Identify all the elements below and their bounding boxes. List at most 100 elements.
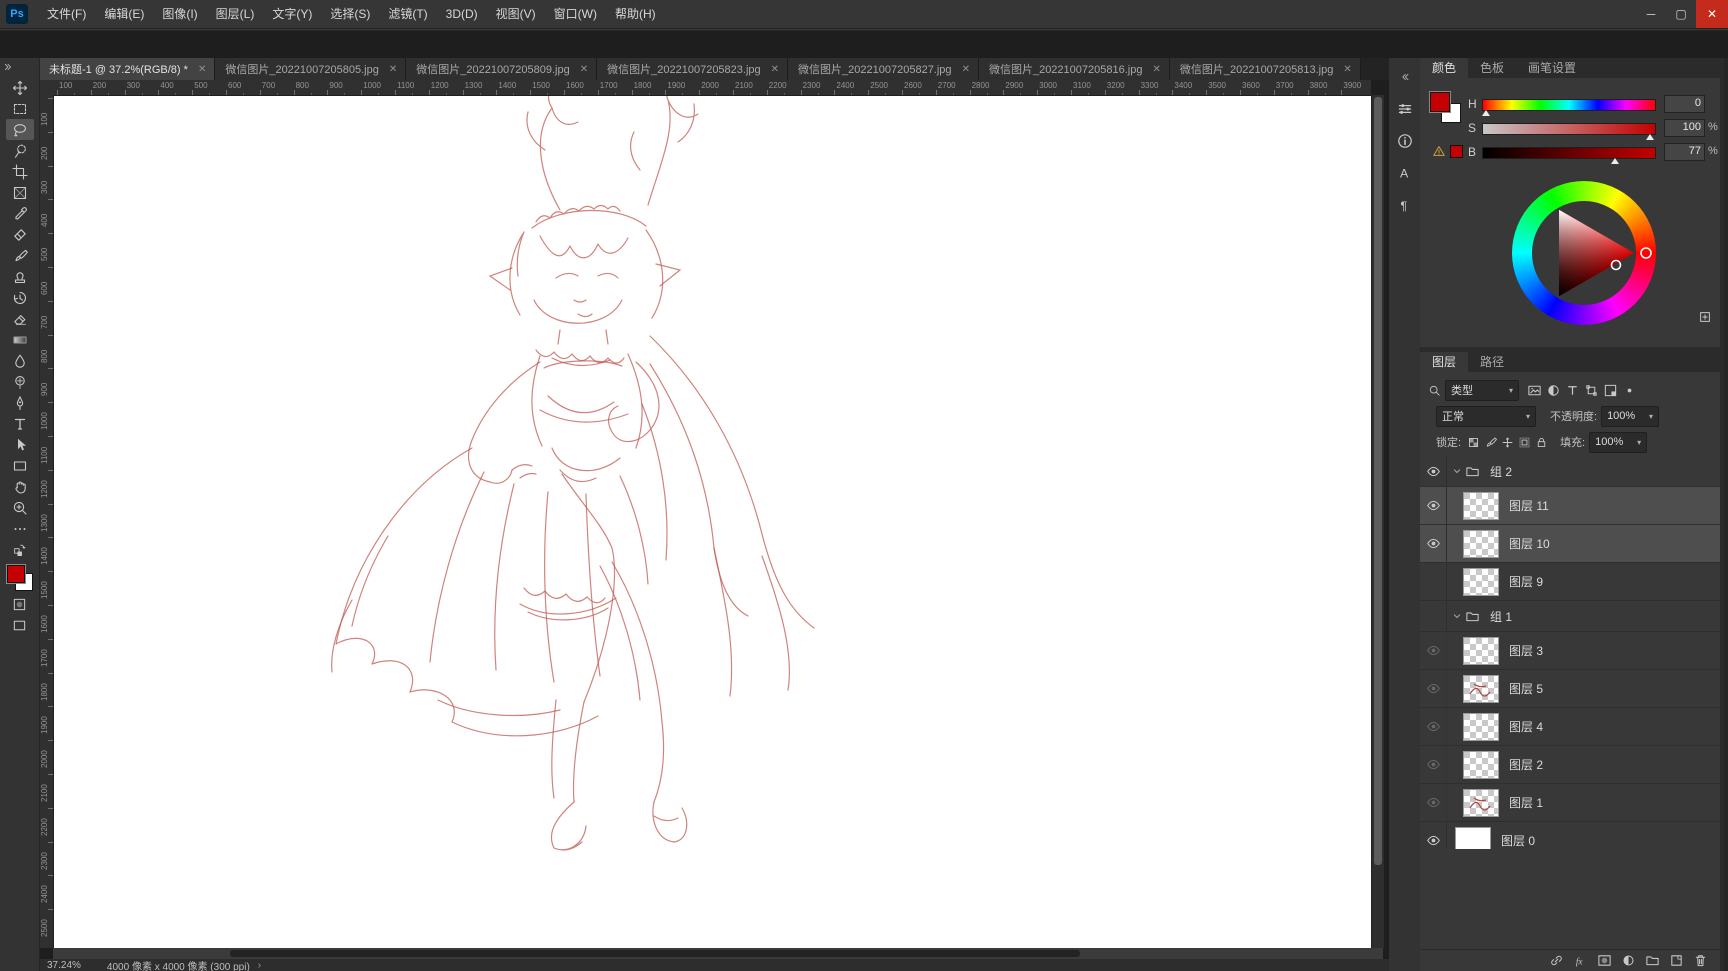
- zoom-tool[interactable]: [6, 497, 34, 518]
- tab-swatches[interactable]: 色板: [1468, 58, 1516, 78]
- pixel-layer-filter-icon[interactable]: [1527, 383, 1542, 398]
- visibility-toggle[interactable]: [1420, 563, 1447, 600]
- menu-item[interactable]: 图像(I): [153, 0, 206, 28]
- visibility-toggle[interactable]: [1420, 784, 1447, 821]
- document-tab[interactable]: 微信图片_20221007205805.jpg ✕: [215, 58, 407, 80]
- saturation-slider-marker[interactable]: [1645, 134, 1654, 140]
- pen-tool[interactable]: [6, 392, 34, 413]
- color-wheel[interactable]: [1512, 181, 1656, 325]
- smart-object-filter-icon[interactable]: [1603, 383, 1618, 398]
- brightness-value-field[interactable]: 77: [1664, 143, 1705, 161]
- visibility-toggle[interactable]: [1420, 746, 1447, 783]
- info-panel-icon[interactable]: [1392, 128, 1418, 154]
- layer-group-row[interactable]: 组 1: [1420, 601, 1720, 632]
- layer-row[interactable]: 图层 3: [1420, 632, 1720, 670]
- delete-layer-icon[interactable]: [1693, 953, 1708, 968]
- quick-mask-icon[interactable]: [6, 594, 34, 615]
- quick-selection-tool[interactable]: [6, 140, 34, 161]
- new-group-icon[interactable]: [1645, 953, 1660, 968]
- hand-tool[interactable]: [6, 476, 34, 497]
- lock-pixels-icon[interactable]: [1484, 436, 1497, 449]
- move-tool[interactable]: [6, 77, 34, 98]
- visibility-toggle[interactable]: [1420, 601, 1447, 631]
- visibility-toggle[interactable]: [1420, 456, 1447, 486]
- menu-item[interactable]: 视图(V): [487, 0, 545, 28]
- menu-item[interactable]: 文件(F): [38, 0, 95, 28]
- lasso-tool[interactable]: [5, 119, 34, 140]
- marquee-tool[interactable]: [6, 98, 34, 119]
- eraser-tool[interactable]: [6, 308, 34, 329]
- rectangle-tool[interactable]: [6, 455, 34, 476]
- foreground-color-swatch[interactable]: [5, 564, 26, 584]
- layer-thumbnail[interactable]: [1463, 674, 1499, 703]
- visibility-toggle[interactable]: [1420, 670, 1447, 707]
- adjustment-layer-filter-icon[interactable]: [1546, 383, 1561, 398]
- menu-item[interactable]: 编辑(E): [95, 0, 153, 28]
- path-selection-tool[interactable]: [6, 434, 34, 455]
- horizontal-scrollbar-thumb[interactable]: [230, 950, 1080, 957]
- screen-mode-icon[interactable]: [6, 615, 34, 636]
- type-layer-filter-icon[interactable]: [1565, 383, 1580, 398]
- visibility-toggle[interactable]: [1420, 525, 1447, 562]
- hue-value-field[interactable]: 0: [1664, 95, 1705, 113]
- document-tab[interactable]: 微信图片_20221007205813.jpg ✕: [1169, 58, 1361, 80]
- sv-triangle[interactable]: [1512, 181, 1656, 325]
- expand-panels-icon[interactable]: [1392, 64, 1418, 90]
- saturation-slider[interactable]: [1482, 123, 1656, 140]
- visibility-toggle[interactable]: [1420, 632, 1447, 669]
- tab-color[interactable]: 颜色: [1420, 58, 1469, 78]
- document-tab[interactable]: 微信图片_20221007205823.jpg ✕: [597, 58, 789, 80]
- minimize-button[interactable]: ─: [1636, 0, 1666, 28]
- fill-dropdown[interactable]: 100% ▾: [1589, 431, 1648, 453]
- vertical-scrollbar-thumb[interactable]: [1374, 97, 1382, 865]
- hue-slider-marker[interactable]: [1482, 110, 1491, 116]
- tab-close-icon[interactable]: ✕: [580, 64, 588, 75]
- layer-row[interactable]: 图层 9: [1420, 563, 1720, 601]
- maximize-button[interactable]: ▢: [1666, 0, 1696, 28]
- crop-tool[interactable]: [6, 161, 34, 182]
- layer-thumbnail[interactable]: [1463, 567, 1499, 596]
- vertical-scrollbar[interactable]: [1371, 95, 1384, 948]
- expand-panel-icon[interactable]: [1698, 310, 1712, 324]
- tab-close-icon[interactable]: ✕: [198, 64, 206, 75]
- menu-item[interactable]: 文字(Y): [263, 0, 321, 28]
- tab-brush-settings[interactable]: 画笔设置: [1516, 58, 1588, 78]
- canvas[interactable]: [53, 95, 1371, 948]
- brush-tool[interactable]: [6, 245, 34, 266]
- menu-item[interactable]: 滤镜(T): [379, 0, 436, 28]
- tab-close-icon[interactable]: ✕: [1343, 64, 1351, 75]
- healing-brush-tool[interactable]: [6, 224, 34, 245]
- history-brush-tool[interactable]: [6, 287, 34, 308]
- collapse-toolbar-icon[interactable]: [2, 61, 14, 73]
- layer-thumbnail[interactable]: [1463, 529, 1499, 558]
- document-tab[interactable]: 微信图片_20221007205827.jpg ✕: [788, 58, 979, 80]
- gradient-tool[interactable]: [6, 329, 34, 350]
- warning-icon[interactable]: [1432, 144, 1446, 158]
- paragraph-panel-icon[interactable]: ¶: [1392, 192, 1418, 218]
- horizontal-scrollbar[interactable]: [53, 948, 1383, 959]
- saturation-value-field[interactable]: 100: [1664, 119, 1705, 137]
- close-button[interactable]: ✕: [1696, 0, 1728, 28]
- blend-mode-dropdown[interactable]: 正常 ▾: [1436, 405, 1536, 427]
- layer-effects-icon[interactable]: fx: [1573, 953, 1588, 968]
- visibility-toggle[interactable]: [1420, 487, 1447, 524]
- lock-artboard-icon[interactable]: [1518, 436, 1531, 449]
- edit-toolbar[interactable]: [6, 518, 34, 539]
- document-tab[interactable]: 微信图片_20221007205816.jpg ✕: [978, 58, 1170, 80]
- link-layers-icon[interactable]: [1549, 953, 1564, 968]
- status-menu-chevron-icon[interactable]: ›: [258, 960, 261, 971]
- opacity-dropdown[interactable]: 100% ▾: [1601, 405, 1660, 427]
- tab-layers[interactable]: 图层: [1420, 352, 1469, 372]
- panel-foreground-swatch[interactable]: [1429, 91, 1451, 113]
- layer-thumbnail[interactable]: [1455, 826, 1491, 849]
- tab-paths[interactable]: 路径: [1468, 352, 1516, 372]
- layer-row[interactable]: 图层 11: [1420, 487, 1720, 525]
- layer-thumbnail[interactable]: [1463, 788, 1499, 817]
- gamut-swatch[interactable]: [1450, 144, 1463, 158]
- menu-item[interactable]: 图层(L): [207, 0, 264, 28]
- shape-layer-filter-icon[interactable]: [1584, 383, 1599, 398]
- attribute-filter-icon[interactable]: [1622, 383, 1637, 398]
- tab-close-icon[interactable]: ✕: [771, 64, 779, 75]
- layer-thumbnail[interactable]: [1463, 491, 1499, 520]
- layer-row[interactable]: 图层 5: [1420, 670, 1720, 708]
